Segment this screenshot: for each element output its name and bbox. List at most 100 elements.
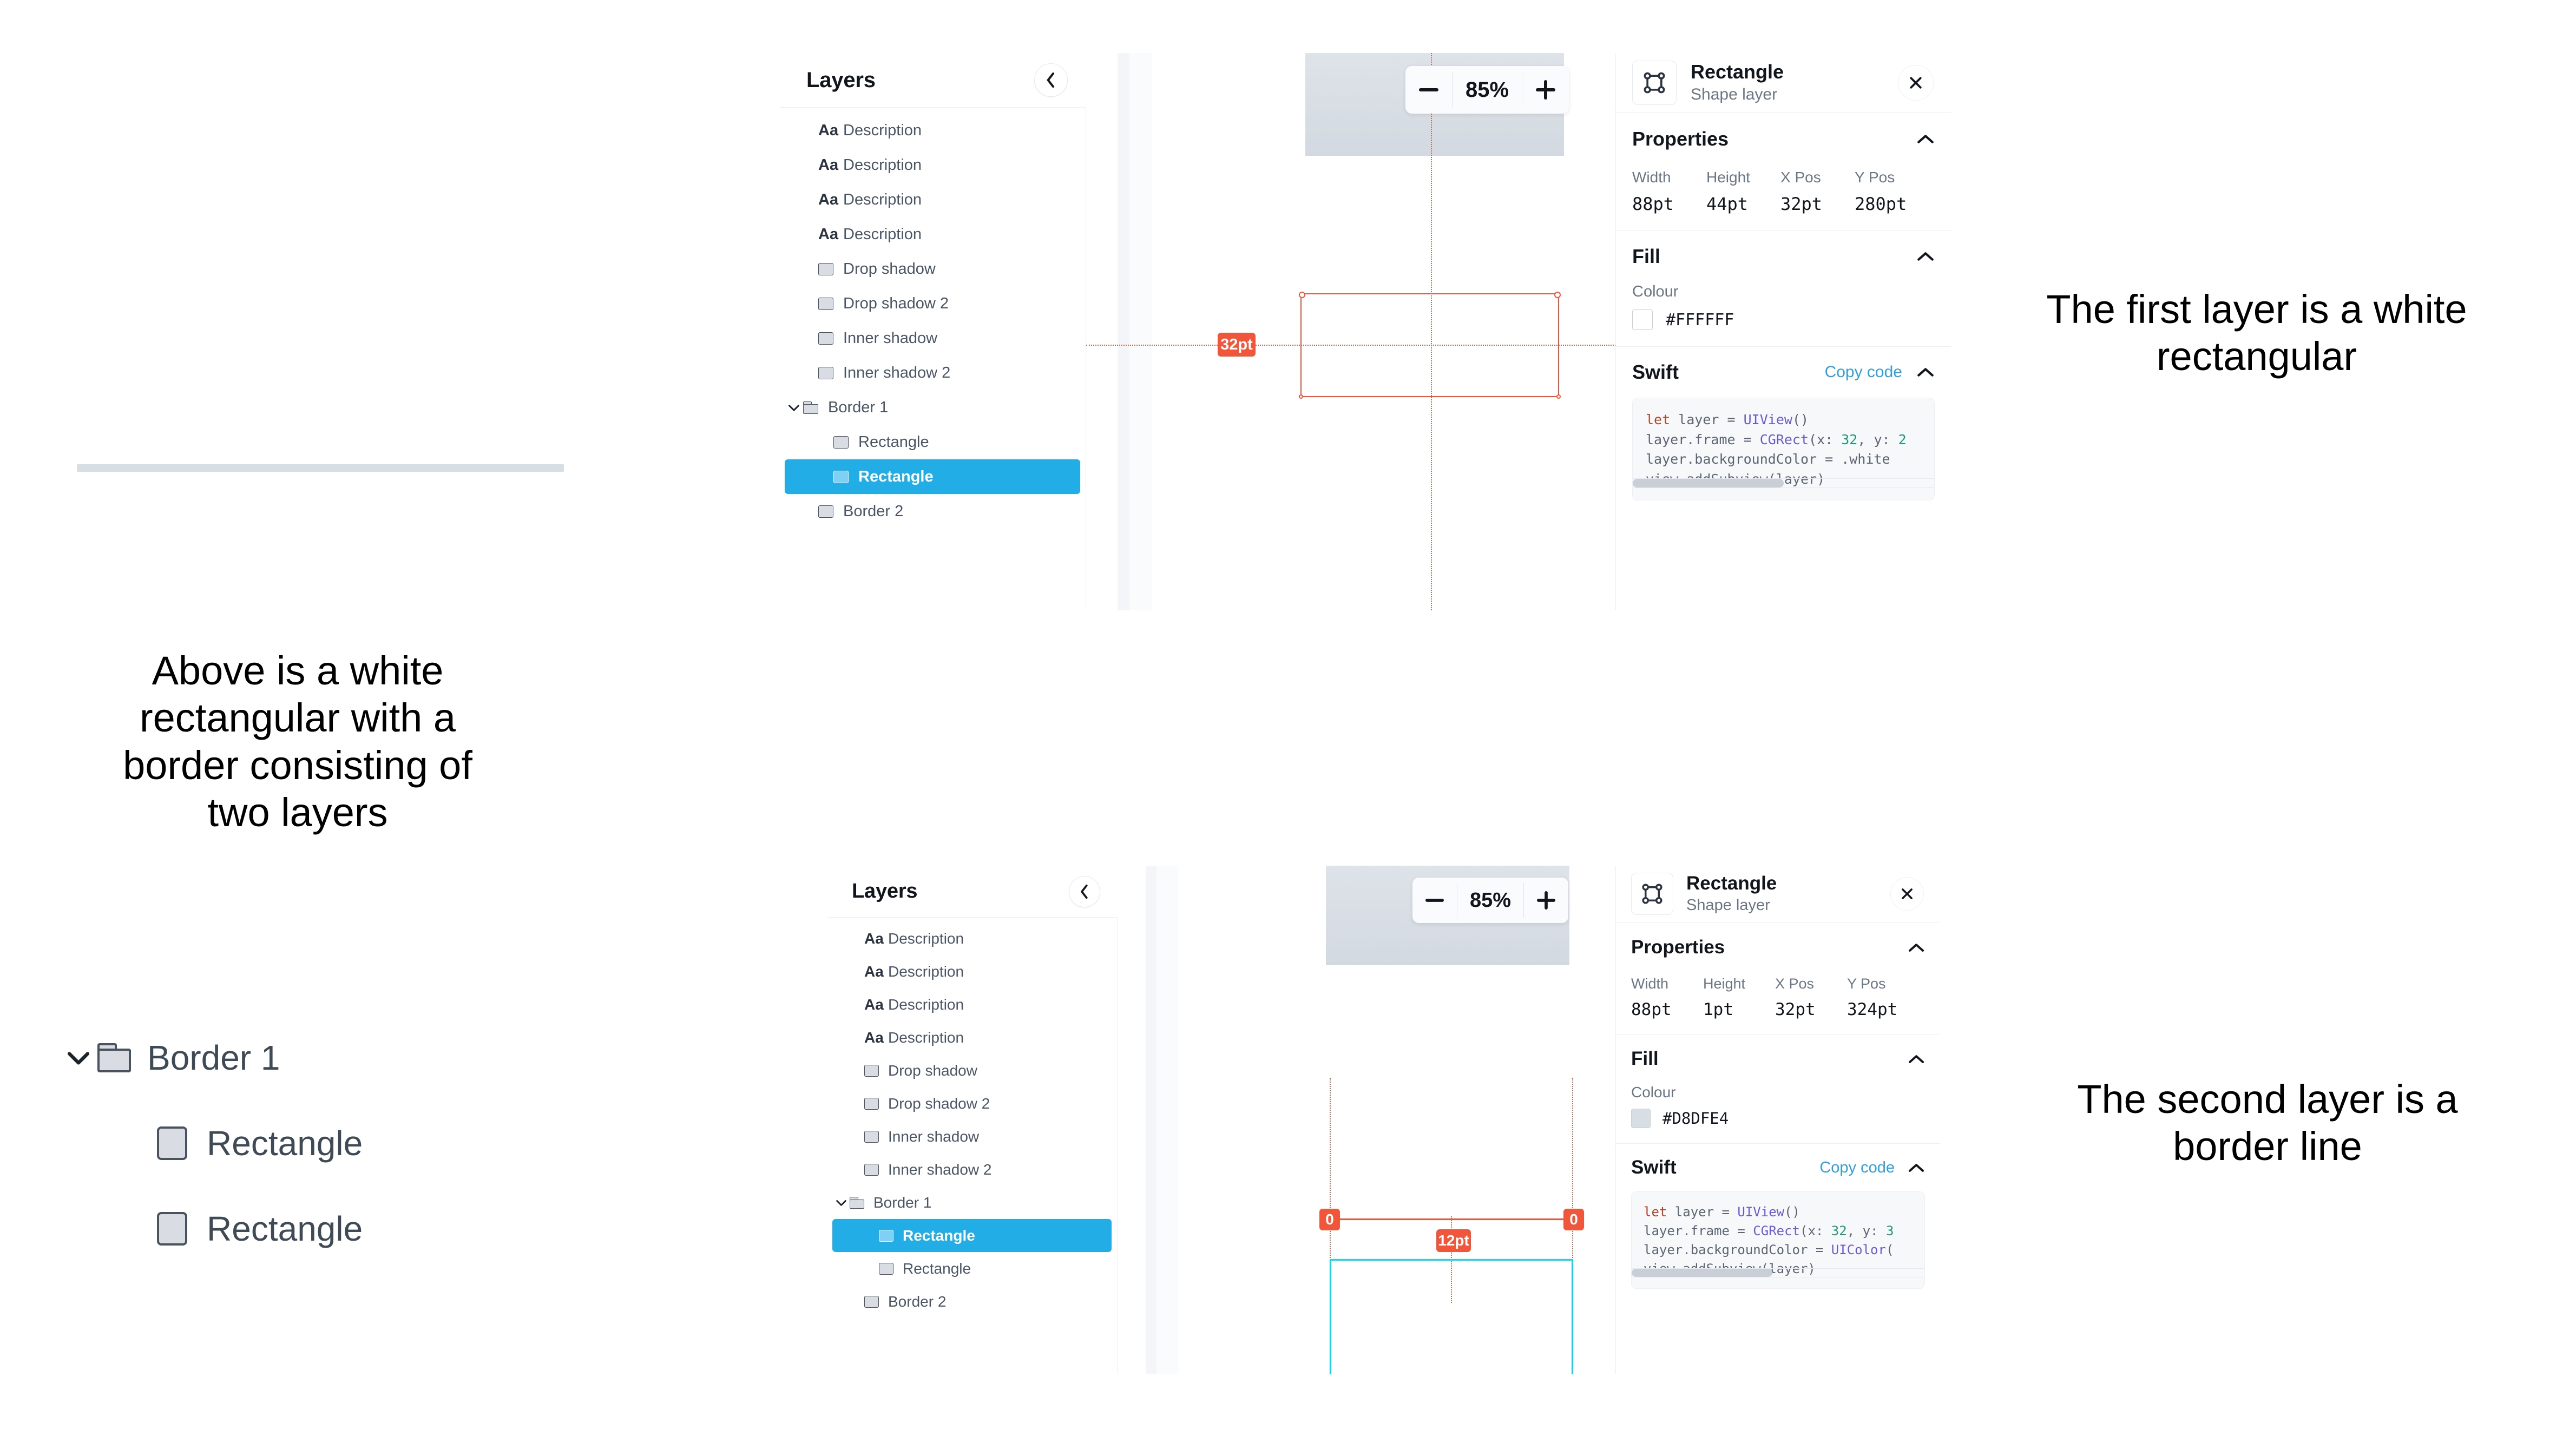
zoom-in-button[interactable] — [1522, 66, 1569, 114]
layer-label: Rectangle — [903, 1260, 971, 1277]
swift-header[interactable]: Swift Copy code — [1632, 361, 1935, 384]
chevron-down-icon[interactable] — [785, 404, 803, 412]
layer-row-inner-shadow[interactable]: Inner shadow — [785, 321, 1080, 355]
code-horizontal-scrollbar[interactable] — [1633, 478, 1934, 488]
zoom-control-bottom[interactable]: 85% — [1412, 878, 1568, 923]
chevron-left-icon — [1047, 73, 1054, 88]
layer-row-rectangle[interactable]: Rectangle — [785, 425, 1080, 459]
collapse-panel-button[interactable] — [1069, 875, 1100, 907]
chevron-up-icon[interactable] — [1908, 1054, 1925, 1064]
scrollbar-thumb[interactable] — [1633, 479, 1784, 487]
chevron-up-icon[interactable] — [1916, 251, 1935, 262]
layer-row-border-1[interactable]: Border 1 — [832, 1186, 1112, 1219]
zoom-in-button[interactable] — [1524, 878, 1568, 923]
layer-row-inner-shadow-2[interactable]: Inner shadow 2 — [832, 1153, 1112, 1186]
chevron-down-icon[interactable] — [832, 1199, 850, 1207]
layer-row-border-1[interactable]: Border 1 — [785, 390, 1080, 425]
layer-row-drop-shadow[interactable]: Drop shadow — [832, 1054, 1112, 1087]
colour-swatch[interactable] — [1631, 1109, 1651, 1128]
folder-icon — [850, 1196, 864, 1209]
close-inspector-button[interactable] — [1898, 64, 1934, 101]
chevron-down-icon[interactable] — [60, 1050, 97, 1066]
chevron-up-icon[interactable] — [1916, 134, 1935, 144]
layer-label: Description — [888, 930, 964, 947]
code-horizontal-scrollbar[interactable] — [1632, 1268, 1924, 1277]
text-icon: Aa — [818, 156, 839, 174]
chevron-left-icon — [1081, 884, 1088, 899]
copy-code-button[interactable]: Copy code — [1825, 363, 1902, 381]
big-tree-child-row[interactable]: Rectangle — [60, 1199, 492, 1258]
layer-label: Description — [843, 225, 922, 243]
layer-row-description[interactable]: Aa Description — [832, 988, 1112, 1021]
properties-grid-bottom: Width 88pt Height 1pt X Pos 32pt Y Pos 324pt — [1631, 976, 1925, 1019]
layers-list-top[interactable]: Aa Description Aa Description Aa Description A… — [780, 107, 1086, 610]
layer-row-rectangle[interactable]: Rectangle — [832, 1219, 1112, 1252]
layer-row-description[interactable]: Aa Description — [785, 182, 1080, 217]
layer-row-drop-shadow-2[interactable]: Drop shadow 2 — [785, 286, 1080, 321]
zoom-out-button[interactable] — [1412, 878, 1457, 923]
layer-label: Rectangle — [858, 433, 929, 451]
swift-code-box-bottom[interactable]: let layer = UIView() layer.frame = CGRec… — [1631, 1191, 1925, 1289]
selected-shape-outline[interactable] — [1299, 292, 1561, 399]
property-key: Height — [1703, 976, 1746, 992]
layers-list-bottom[interactable]: Aa Description Aa Description Aa Description A… — [828, 917, 1118, 1374]
chevron-up-icon[interactable] — [1908, 1163, 1925, 1173]
layer-row-description[interactable]: Aa Description — [832, 922, 1112, 955]
layer-row-rectangle[interactable]: Rectangle — [785, 459, 1080, 494]
colour-swatch[interactable] — [1632, 309, 1653, 330]
fill-header[interactable]: Fill — [1632, 245, 1935, 268]
inspector-layer-type: Shape layer — [1686, 897, 1770, 914]
layers-panel-top: Layers Aa Description Aa Description Aa Descr… — [780, 53, 1086, 610]
big-tree-child-label: Rectangle — [207, 1124, 363, 1163]
shape-icon — [818, 366, 833, 379]
copy-code-button[interactable]: Copy code — [1819, 1159, 1895, 1177]
minus-icon — [1419, 88, 1438, 91]
swift-section-bottom: Swift Copy code let layer = UIView() lay… — [1616, 1144, 1940, 1305]
big-tree-child-row[interactable]: Rectangle — [60, 1113, 492, 1173]
chevron-up-icon[interactable] — [1916, 367, 1935, 378]
zoom-level-value: 85% — [1465, 77, 1509, 102]
layer-label: Description — [843, 156, 922, 174]
layer-row-inner-shadow[interactable]: Inner shadow — [832, 1120, 1112, 1153]
big-tree-folder-row[interactable]: Border 1 — [60, 1028, 492, 1088]
layer-row-inner-shadow-2[interactable]: Inner shadow 2 — [785, 355, 1080, 390]
swift-header[interactable]: Swift Copy code — [1631, 1157, 1925, 1178]
layer-row-description[interactable]: Aa Description — [785, 217, 1080, 252]
inspector-detail-top: Rectangle Shape layer Properties Width 88… — [1615, 53, 1951, 610]
collapse-panel-button[interactable] — [1034, 63, 1068, 97]
layer-row-border-2[interactable]: Border 2 — [832, 1285, 1112, 1318]
layer-label: Rectangle — [858, 467, 934, 485]
layer-row-description[interactable]: Aa Description — [832, 1021, 1112, 1054]
shape-icon — [818, 505, 833, 518]
swift-code-box-top[interactable]: let layer = UIView() layer.frame = CGRec… — [1632, 398, 1935, 500]
shape-icon — [864, 1295, 879, 1308]
property-key: X Pos — [1775, 976, 1815, 992]
selected-shape-outline[interactable] — [1330, 1259, 1573, 1374]
zoom-control-top[interactable]: 85% — [1405, 66, 1569, 114]
properties-header[interactable]: Properties — [1631, 937, 1925, 958]
layer-row-drop-shadow-2[interactable]: Drop shadow 2 — [832, 1087, 1112, 1120]
shape-icon — [864, 1163, 879, 1176]
layer-label: Drop shadow — [843, 260, 936, 278]
layer-row-description[interactable]: Aa Description — [785, 148, 1080, 182]
property-key: Y Pos — [1847, 976, 1886, 992]
layer-label: Inner shadow 2 — [843, 364, 951, 381]
fill-colour-row[interactable]: #D8DFE4 — [1631, 1109, 1925, 1128]
scrollbar-thumb[interactable] — [1632, 1269, 1772, 1277]
border-1-tree-illustration: Border 1 Rectangle Rectangle — [60, 1028, 492, 1258]
zoom-out-button[interactable] — [1405, 66, 1452, 114]
chevron-up-icon[interactable] — [1908, 943, 1925, 953]
properties-header[interactable]: Properties — [1632, 128, 1935, 150]
fill-header[interactable]: Fill — [1631, 1048, 1925, 1070]
folder-icon — [97, 1043, 131, 1072]
layer-row-drop-shadow[interactable]: Drop shadow — [785, 252, 1080, 286]
fill-colour-row[interactable]: #FFFFFF — [1632, 309, 1935, 330]
close-inspector-button[interactable] — [1890, 877, 1924, 911]
layer-row-description[interactable]: Aa Description — [785, 113, 1080, 148]
colour-hex-value: #D8DFE4 — [1662, 1109, 1729, 1128]
annotation-top-right: The first layer is a white rectangular — [2046, 287, 2467, 379]
properties-title: Properties — [1631, 937, 1725, 958]
layer-row-description[interactable]: Aa Description — [832, 955, 1112, 988]
layer-row-border-2[interactable]: Border 2 — [785, 494, 1080, 529]
layer-row-rectangle[interactable]: Rectangle — [832, 1252, 1112, 1285]
